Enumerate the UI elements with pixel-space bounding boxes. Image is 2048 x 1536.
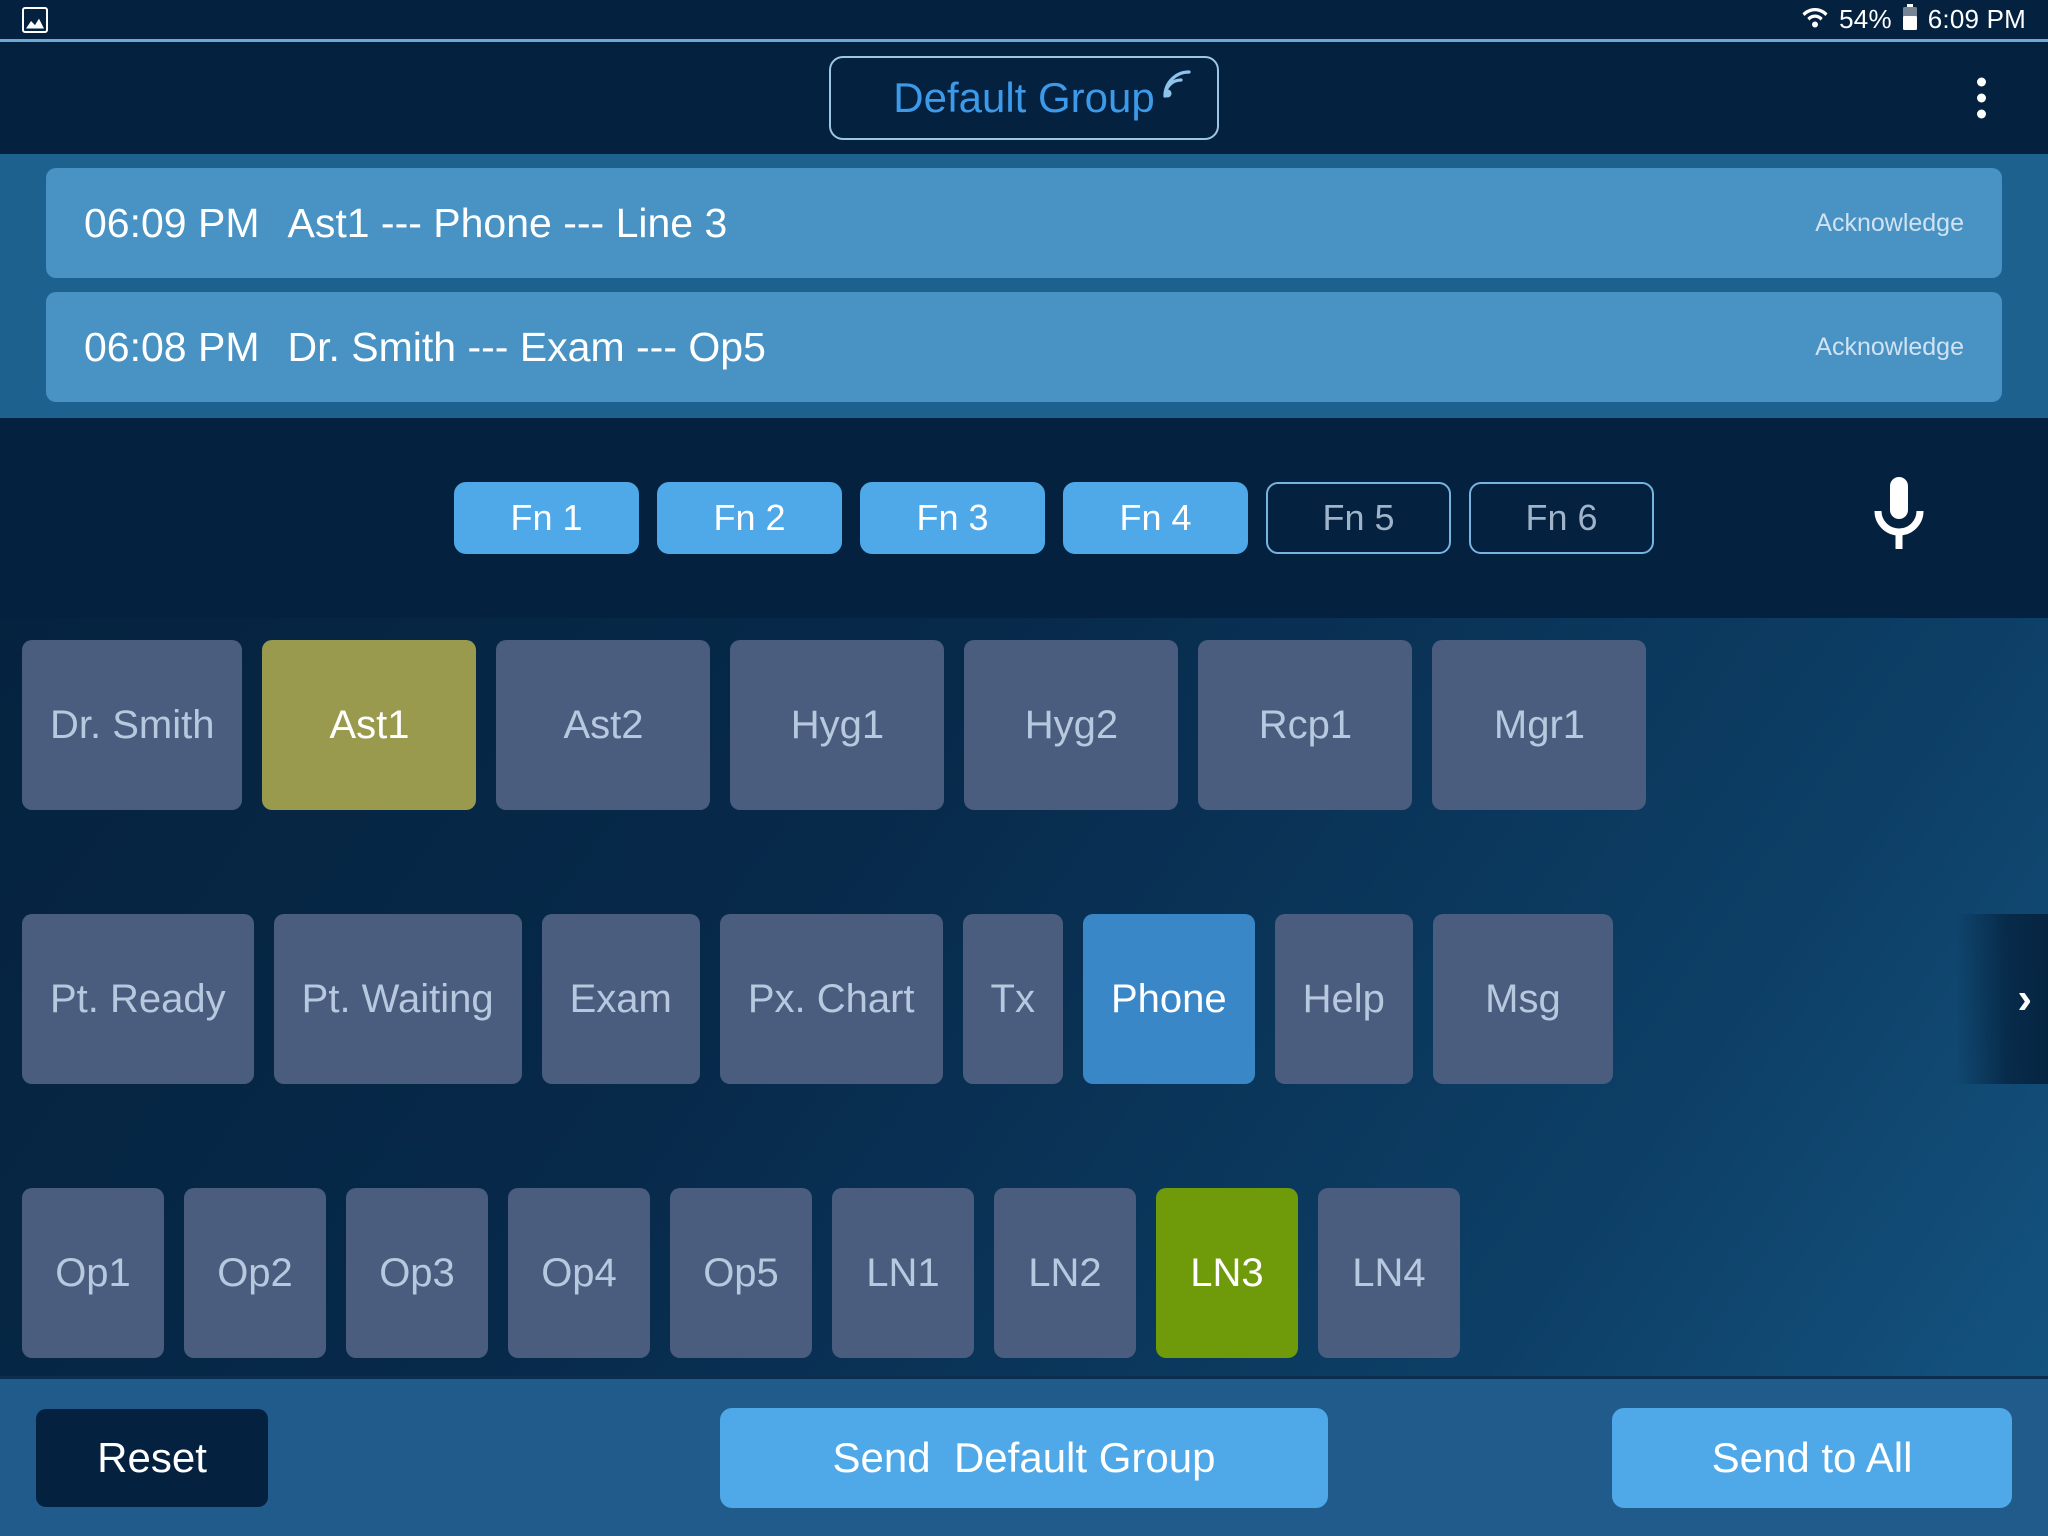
key-exam[interactable]: Exam: [541, 914, 700, 1084]
key-label: Mgr1: [1493, 702, 1586, 747]
bottom-action-bar: Reset Send Default Group Send to All: [0, 1376, 2048, 1536]
key-label: Dr. Smith: [50, 702, 215, 747]
more-vertical-icon[interactable]: [1963, 70, 2000, 127]
acknowledge-button[interactable]: Acknowledge: [1815, 209, 1964, 238]
status-bar-left: [22, 6, 48, 33]
key-px-chart[interactable]: Px. Chart: [719, 914, 943, 1084]
key-label: Op1: [55, 1250, 131, 1295]
send-to-all-button[interactable]: Send to All: [1612, 1407, 2012, 1508]
key-label: Op4: [541, 1250, 617, 1295]
key-dr-smith[interactable]: Dr. Smith: [22, 640, 243, 810]
reset-button-label: Reset: [97, 1433, 207, 1481]
key-ln2[interactable]: LN2: [994, 1188, 1136, 1358]
alert-list: 06:09 PM Ast1 --- Phone --- Line 3 Ackno…: [0, 154, 2048, 418]
key-label: Msg: [1485, 976, 1561, 1021]
key-label: Op2: [217, 1250, 293, 1295]
key-label: LN2: [1028, 1250, 1102, 1295]
fn-button-label: Fn 5: [1322, 497, 1395, 538]
fn-button-2[interactable]: Fn 2: [657, 482, 842, 554]
key-label: Op3: [379, 1250, 455, 1295]
key-ast1[interactable]: Ast1: [262, 640, 477, 810]
key-label: Hyg1: [790, 702, 885, 747]
microphone-icon[interactable]: [1854, 473, 1944, 563]
key-label: Rcp1: [1258, 702, 1353, 747]
fn-button-3[interactable]: Fn 3: [860, 482, 1045, 554]
fn-button-5[interactable]: Fn 5: [1266, 482, 1451, 554]
key-op2[interactable]: Op2: [184, 1188, 326, 1358]
function-button-list: Fn 1 Fn 2 Fn 3 Fn 4 Fn 5 Fn 6: [394, 482, 1654, 554]
key-ln4[interactable]: LN4: [1318, 1188, 1460, 1358]
app-header: Default Group: [0, 42, 2048, 154]
key-ln1[interactable]: LN1: [832, 1188, 974, 1358]
battery-icon: [1902, 4, 1918, 35]
alert-message: Dr. Smith --- Exam --- Op5: [287, 323, 766, 370]
key-label: Tx: [990, 976, 1035, 1021]
key-label: Ast1: [329, 702, 410, 747]
key-label: LN4: [1352, 1250, 1426, 1295]
key-label: Pt. Waiting: [301, 976, 494, 1021]
clock-label: 6:09 PM: [1927, 4, 2026, 34]
function-bar: Fn 1 Fn 2 Fn 3 Fn 4 Fn 5 Fn 6: [0, 418, 2048, 618]
send-to-all-button-label: Send to All: [1711, 1433, 1913, 1481]
status-bar-right: 54% 6:09 PM: [1801, 4, 2026, 35]
key-msg[interactable]: Msg: [1432, 914, 1613, 1084]
image-icon: [22, 6, 48, 33]
key-label: Phone: [1110, 976, 1227, 1021]
reset-button[interactable]: Reset: [36, 1408, 268, 1507]
acknowledge-button[interactable]: Acknowledge: [1815, 333, 1964, 362]
wifi-icon: [1801, 4, 1829, 35]
key-label: Op5: [703, 1250, 779, 1295]
key-rcp1[interactable]: Rcp1: [1198, 640, 1413, 810]
alert-time: 06:09 PM: [84, 199, 260, 246]
key-pt-waiting[interactable]: Pt. Waiting: [273, 914, 522, 1084]
keypad-row-actions: Pt. Ready Pt. Waiting Exam Px. Chart Tx …: [0, 914, 2048, 1084]
key-ln3[interactable]: LN3: [1156, 1188, 1298, 1358]
fn-button-label: Fn 2: [713, 497, 786, 538]
key-label: Px. Chart: [747, 976, 915, 1021]
status-bar: 54% 6:09 PM: [0, 0, 2048, 42]
wifi-signal-icon: [1159, 66, 1199, 100]
send-group-button-label: Send Default Group: [832, 1433, 1216, 1481]
chevron-right-icon: ›: [2017, 974, 2032, 1023]
key-op4[interactable]: Op4: [508, 1188, 650, 1358]
key-tx[interactable]: Tx: [962, 914, 1063, 1084]
key-label: Hyg2: [1024, 702, 1119, 747]
battery-percent-label: 54%: [1839, 4, 1892, 34]
fn-button-label: Fn 1: [510, 497, 583, 538]
keypad: Dr. Smith Ast1 Ast2 Hyg1 Hyg2 Rcp1 Mgr1 …: [0, 618, 2048, 1376]
key-pt-ready[interactable]: Pt. Ready: [22, 914, 254, 1084]
key-op5[interactable]: Op5: [670, 1188, 812, 1358]
app-root: 54% 6:09 PM Default Group 06:09 PM Ast1 …: [0, 0, 2048, 1536]
fn-button-1[interactable]: Fn 1: [454, 482, 639, 554]
send-group-button[interactable]: Send Default Group: [720, 1407, 1328, 1508]
key-label: Help: [1302, 976, 1385, 1021]
alert-time: 06:08 PM: [84, 323, 260, 370]
keypad-row-locations: Op1 Op2 Op3 Op4 Op5 LN1 LN2 LN3 LN4: [0, 1188, 2048, 1358]
key-label: Pt. Ready: [50, 976, 226, 1021]
key-label: Exam: [569, 976, 672, 1021]
key-op3[interactable]: Op3: [346, 1188, 488, 1358]
key-ast2[interactable]: Ast2: [496, 640, 711, 810]
keypad-row-people: Dr. Smith Ast1 Ast2 Hyg1 Hyg2 Rcp1 Mgr1: [0, 640, 2048, 810]
key-label: LN1: [866, 1250, 940, 1295]
key-help[interactable]: Help: [1274, 914, 1413, 1084]
fn-button-4[interactable]: Fn 4: [1063, 482, 1248, 554]
key-label: LN3: [1190, 1250, 1264, 1295]
fn-button-label: Fn 3: [916, 497, 989, 538]
key-hyg2[interactable]: Hyg2: [964, 640, 1179, 810]
key-hyg1[interactable]: Hyg1: [730, 640, 945, 810]
key-op1[interactable]: Op1: [22, 1188, 164, 1358]
group-selector-label: Default Group: [893, 74, 1155, 121]
fn-button-label: Fn 4: [1119, 497, 1192, 538]
group-selector-button[interactable]: Default Group: [829, 56, 1219, 140]
alert-row[interactable]: 06:08 PM Dr. Smith --- Exam --- Op5 Ackn…: [46, 292, 2002, 402]
key-phone[interactable]: Phone: [1082, 914, 1255, 1084]
fn-button-6[interactable]: Fn 6: [1469, 482, 1654, 554]
keypad-scroll-right[interactable]: ›: [1956, 914, 2048, 1084]
key-label: Ast2: [563, 702, 644, 747]
fn-button-label: Fn 6: [1525, 497, 1598, 538]
alert-row[interactable]: 06:09 PM Ast1 --- Phone --- Line 3 Ackno…: [46, 168, 2002, 278]
key-mgr1[interactable]: Mgr1: [1432, 640, 1647, 810]
alert-message: Ast1 --- Phone --- Line 3: [287, 199, 728, 246]
